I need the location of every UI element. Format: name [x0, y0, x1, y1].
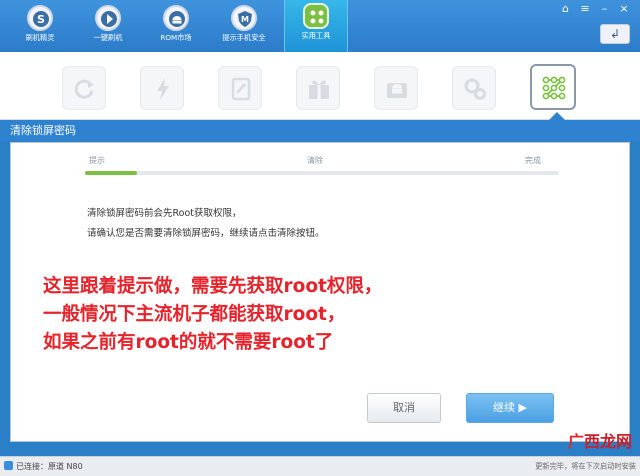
nav-item-utility-tools[interactable]: 实用工具: [284, 0, 348, 52]
nav-item-flash-wizard[interactable]: S 刷机精灵: [8, 2, 72, 50]
s-logo-icon: S: [27, 5, 53, 31]
device-icon: [4, 461, 13, 470]
continue-button[interactable]: 继续 ▶: [466, 393, 554, 423]
annotation-line: 如果之前有root的就不需要root了: [43, 332, 334, 353]
message-line: 请确认您是否需要清除锁屏密码，继续请点击清除按钮。: [87, 228, 325, 239]
status-bar: 已连接：原道 N80 更新完毕，将在下次启动时安装: [0, 456, 640, 476]
active-tool-pointer: [549, 112, 565, 120]
skin-icon[interactable]: ⌂: [558, 3, 574, 17]
tool-strip: [0, 52, 640, 120]
svg-text:M: M: [241, 15, 249, 24]
nav-label: 一键刷机: [93, 33, 123, 42]
nav-label: 刷机精灵: [25, 33, 55, 42]
pattern-lock-tool-button[interactable]: [530, 64, 576, 110]
window-controls: ⌂ ≡ – ×: [558, 2, 633, 17]
progress-fill: [85, 171, 138, 175]
edit-tool-button[interactable]: [218, 66, 262, 110]
svg-text:S: S: [37, 13, 45, 26]
clear-lock-panel: 提示 清除 完成 清除锁屏密码前会先Root获取权限， 请确认您是否需要清除锁屏…: [10, 142, 630, 442]
section-title: 清除锁屏密码: [0, 120, 640, 142]
update-status: 更新完毕，将在下次启动时安装: [535, 462, 636, 471]
gears-icon: [464, 78, 486, 100]
progress-track: [85, 171, 559, 175]
refresh-icon: [74, 79, 94, 99]
annotation-line: 一般情况下主流机子都能获取root，: [43, 304, 346, 325]
lightning-icon: [95, 5, 121, 31]
close-icon[interactable]: ×: [616, 3, 632, 17]
grid-tools-icon: [303, 3, 329, 29]
edit-icon: [231, 77, 251, 101]
nav-label: 提示手机安全: [222, 33, 266, 42]
connection-text: 已连接：原道 N80: [16, 462, 83, 471]
gift-icon: [309, 80, 329, 99]
cancel-button[interactable]: 取消: [367, 393, 441, 423]
android-box-icon: [387, 83, 407, 98]
back-button[interactable]: ↲: [600, 24, 630, 44]
step-label-done: 完成: [525, 156, 541, 165]
watermark-logo-icon: 广: [567, 432, 584, 451]
lightning-tool-button[interactable]: [140, 66, 184, 110]
lightning-icon: [157, 78, 169, 100]
step-label-clear: 清除: [307, 156, 323, 165]
step-label-prompt: 提示: [89, 156, 105, 165]
nav-label: ROM市场: [160, 33, 192, 42]
top-navigation-bar: S 刷机精灵 一键刷机 ROM市场 M 提示手机安全 实用工具 ⌂ ≡ – × …: [0, 0, 640, 52]
nav-item-phone-security[interactable]: M 提示手机安全: [212, 2, 276, 50]
refresh-tool-button[interactable]: [62, 66, 106, 110]
android-icon: [163, 5, 189, 31]
menu-icon[interactable]: ≡: [577, 3, 593, 17]
message-line: 清除锁屏密码前会先Root获取权限，: [87, 208, 242, 219]
gears-tool-button[interactable]: [452, 66, 496, 110]
shield-m-icon: M: [231, 5, 257, 31]
nav-item-rom-market[interactable]: ROM市场: [144, 2, 208, 50]
watermark-text: 西龙网: [583, 432, 632, 451]
gift-tool-button[interactable]: [296, 66, 340, 110]
watermark: 广西龙网: [568, 428, 632, 452]
minimize-icon[interactable]: –: [597, 3, 613, 17]
android-box-tool-button[interactable]: [374, 66, 418, 110]
pattern-lock-icon: [542, 76, 566, 100]
nav-item-one-click-flash[interactable]: 一键刷机: [76, 2, 140, 50]
annotation-line: 这里跟着提示做，需要先获取root权限，: [43, 276, 383, 297]
connection-status: 已连接：原道 N80: [4, 461, 83, 472]
nav-label: 实用工具: [301, 31, 331, 40]
